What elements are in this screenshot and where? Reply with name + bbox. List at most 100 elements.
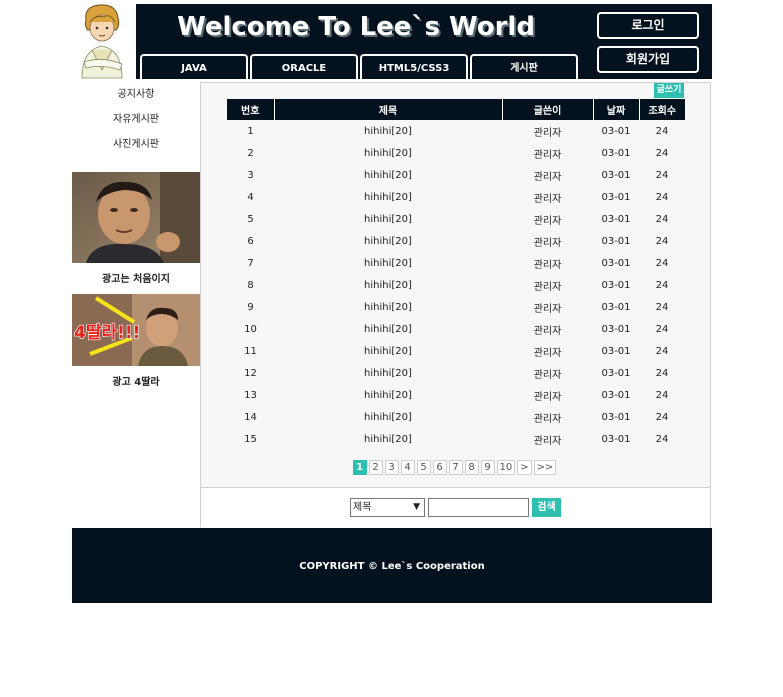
cell-views: 24 [655, 169, 669, 181]
table-row: 12 hihihi[20] 관리자 03-01 24 [227, 362, 685, 384]
ad-banner-1[interactable]: 광고는 처음이지 [72, 172, 200, 285]
cell-title: hihihi[20] [274, 362, 502, 384]
table-row: 4 hihihi[20] 관리자 03-01 24 [227, 186, 685, 208]
page-button[interactable]: 6 [432, 460, 447, 475]
nav-tab-java[interactable]: JAVA [140, 54, 248, 79]
cell-date: 03-01 [601, 125, 631, 137]
cell-title: hihihi[20] [274, 384, 502, 406]
page-button[interactable]: 10 [496, 460, 516, 475]
cell-writer: 관리자 [533, 149, 562, 161]
cell-writer: 관리자 [533, 391, 562, 403]
nav-tab-html5-css3[interactable]: HTML5/CSS3 [360, 54, 468, 79]
cell-writer: 관리자 [533, 215, 562, 227]
table-row: 1 hihihi[20] 관리자 03-01 24 [227, 120, 685, 142]
post-title-link[interactable]: hihihi[20] [364, 148, 412, 159]
search-field-select[interactable]: 제목 ▼ [350, 498, 425, 517]
cell-date: 03-01 [601, 279, 631, 291]
cell-writer: 관리자 [533, 259, 562, 271]
signup-button[interactable]: 회원가입 [597, 46, 699, 73]
board-table: 번호 제목 글쓴이 날짜 조회수 1 hihihi[20] 관리자 03-01 24 2 h… [227, 99, 685, 450]
table-row: 3 hihihi[20] 관리자 03-01 24 [227, 164, 685, 186]
page-button[interactable]: 5 [416, 460, 431, 475]
nav-tab-oracle[interactable]: ORACLE [250, 54, 358, 79]
page-button[interactable]: 3 [384, 460, 399, 475]
page-button[interactable]: 1 [352, 460, 367, 475]
cell-date: 03-01 [601, 235, 631, 247]
table-row: 5 hihihi[20] 관리자 03-01 24 [227, 208, 685, 230]
cell-number: 14 [244, 411, 257, 423]
page-button[interactable]: >> [533, 460, 557, 475]
post-title-link[interactable]: hihihi[20] [364, 170, 412, 181]
cell-number: 13 [244, 389, 257, 401]
post-title-link[interactable]: hihihi[20] [364, 368, 412, 379]
footer: COPYRIGHT © Lee`s Cooperation [72, 528, 712, 603]
cell-writer: 관리자 [533, 193, 562, 205]
post-title-link[interactable]: hihihi[20] [364, 214, 412, 225]
post-title-link[interactable]: hihihi[20] [364, 346, 412, 357]
cell-number: 8 [247, 279, 254, 291]
post-title-link[interactable]: hihihi[20] [364, 390, 412, 401]
site-title: Welcome To Lee`s World [177, 12, 535, 42]
page-button[interactable]: 2 [368, 460, 383, 475]
post-title-link[interactable]: hihihi[20] [364, 302, 412, 313]
cell-writer: 관리자 [533, 281, 562, 293]
search-input[interactable] [428, 498, 529, 517]
cell-views: 24 [655, 279, 669, 291]
copyright-text: COPYRIGHT © Lee`s Cooperation [299, 561, 485, 572]
cell-title: hihihi[20] [274, 428, 502, 450]
cell-number: 9 [247, 301, 254, 313]
page-button[interactable]: > [517, 460, 532, 475]
post-title-link[interactable]: hihihi[20] [364, 434, 412, 445]
post-title-link[interactable]: hihihi[20] [364, 258, 412, 269]
cell-date: 03-01 [601, 433, 631, 445]
cell-title: hihihi[20] [274, 186, 502, 208]
page-button[interactable]: 9 [480, 460, 495, 475]
cell-writer: 관리자 [533, 347, 562, 359]
cell-views: 24 [655, 301, 669, 313]
ad-banner-2[interactable]: 4딸라!!! 광고 4딸라 [72, 294, 200, 388]
cell-writer: 관리자 [533, 303, 562, 315]
sidebar-item-free-board[interactable]: 자유게시판 [72, 107, 200, 132]
page-button[interactable]: 7 [448, 460, 463, 475]
post-title-link[interactable]: hihihi[20] [364, 412, 412, 423]
post-title-link[interactable]: hihihi[20] [364, 324, 412, 335]
write-post-button[interactable]: 글쓰기 [654, 83, 684, 98]
cell-views: 24 [655, 433, 669, 445]
nav-tab-board[interactable]: 게시판 [470, 54, 578, 79]
page-button[interactable]: 4 [400, 460, 415, 475]
column-header-title: 제목 [273, 99, 502, 120]
post-title-link[interactable]: hihihi[20] [364, 280, 412, 291]
ad-caption-2: 광고 4딸라 [112, 377, 160, 388]
cell-title: hihihi[20] [274, 340, 502, 362]
cell-title: hihihi[20] [274, 120, 502, 142]
cell-views: 24 [655, 213, 669, 225]
sidebar-item-photo-board[interactable]: 사진게시판 [72, 132, 200, 157]
cell-writer: 관리자 [533, 325, 562, 337]
pagination: 1 2 3 4 5 6 7 8 9 10 > >> [201, 460, 710, 475]
column-header-number: 번호 [227, 99, 274, 120]
caret-down-icon: ▼ [413, 502, 420, 512]
cell-date: 03-01 [601, 345, 631, 357]
cell-writer: 관리자 [533, 435, 562, 447]
login-button[interactable]: 로그인 [597, 12, 699, 39]
post-title-link[interactable]: hihihi[20] [364, 236, 412, 247]
search-button[interactable]: 검색 [532, 498, 561, 517]
post-title-link[interactable]: hihihi[20] [364, 192, 412, 203]
cell-number: 10 [244, 323, 257, 335]
cell-title: hihihi[20] [274, 406, 502, 428]
cell-title: hihihi[20] [274, 318, 502, 340]
cell-number: 3 [247, 169, 254, 181]
ad-image-1 [72, 172, 200, 263]
page-button[interactable]: 8 [464, 460, 479, 475]
ad-image-2: 4딸라!!! [72, 294, 200, 366]
sidebar-item-notice[interactable]: 공지사항 [72, 82, 200, 107]
table-row: 10 hihihi[20] 관리자 03-01 24 [227, 318, 685, 340]
cell-date: 03-01 [601, 213, 631, 225]
logo-character-icon [72, 0, 136, 80]
cell-writer: 관리자 [533, 171, 562, 183]
table-row: 13 hihihi[20] 관리자 03-01 24 [227, 384, 685, 406]
search-area: 제목 ▼ 검색 [201, 487, 710, 527]
post-title-link[interactable]: hihihi[20] [364, 126, 412, 137]
cell-date: 03-01 [601, 389, 631, 401]
sidebar: 공지사항 자유게시판 사진게시판 광고는 처음이지 4딸라!!! 광고 4딸라 [72, 82, 200, 388]
